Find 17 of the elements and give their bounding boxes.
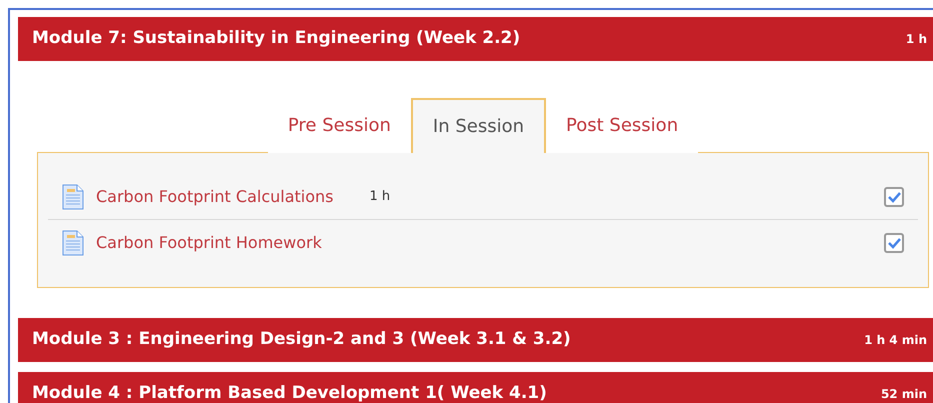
module-title: Module 4 : Platform Based Development 1( Week 4.1) (32, 382, 547, 403)
module-duration: 1 h (906, 31, 927, 48)
activity-link[interactable]: Carbon Footprint Homework (96, 230, 322, 254)
session-tab[interactable]: In Session (410, 98, 546, 153)
module-header[interactable]: Module 4 : Platform Based Development 1( Week 4.1) 52 min (18, 372, 933, 403)
module-title: Module 3 : Engineering Design-2 and 3 (Week 3.1 & 3.2) (32, 328, 571, 352)
module-header[interactable]: Module 3 : Engineering Design-2 and 3 (Week 3.1 & 3.2) 1 h 4 min (18, 318, 933, 362)
activity-link[interactable]: Carbon Footprint Calculations (96, 185, 334, 209)
module-header[interactable]: Module 7: Sustainability in Engineering (Week 2.2) 1 h (18, 17, 933, 61)
document-icon (62, 184, 84, 210)
module-duration: 52 min (880, 386, 927, 403)
activity-duration: 1 h (369, 188, 390, 206)
module-title: Module 7: Sustainability in Engineering (Week 2.2) (32, 27, 520, 50)
module-duration: 1 h 4 min (864, 332, 927, 349)
checkbox[interactable] (884, 232, 904, 252)
checkbox[interactable] (884, 187, 904, 207)
document-icon (62, 230, 84, 256)
